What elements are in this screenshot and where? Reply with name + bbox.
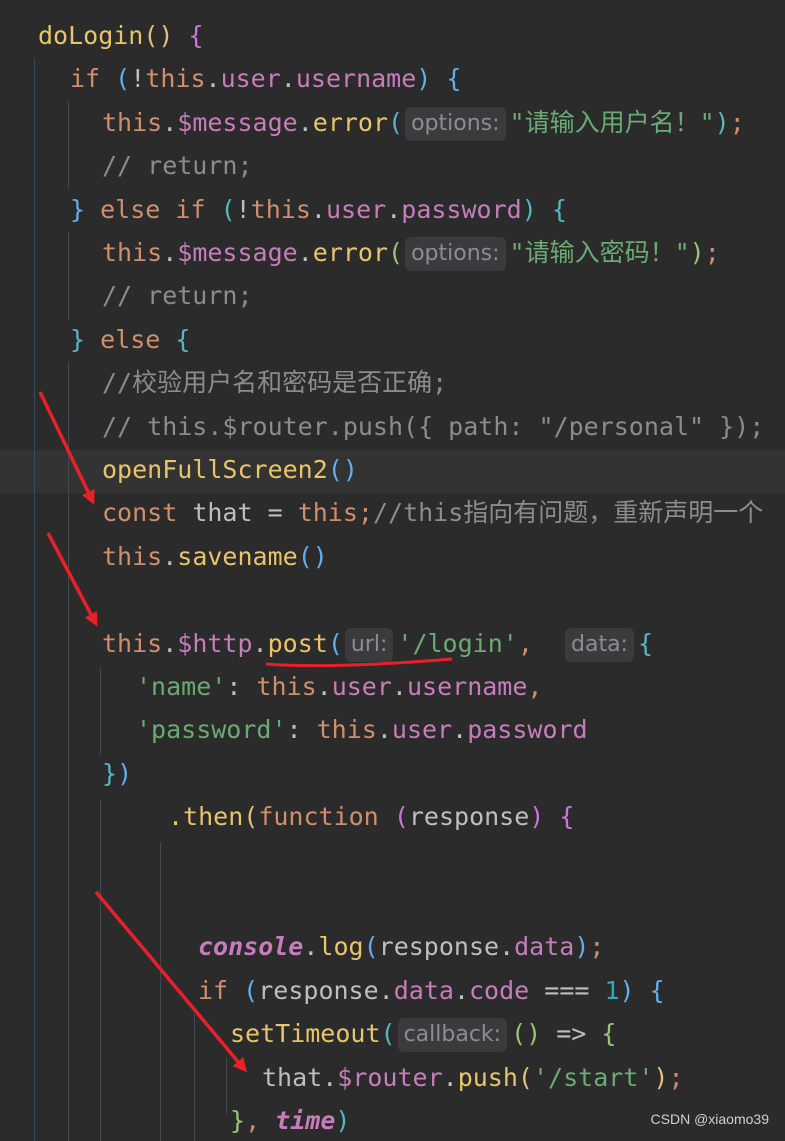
red-arrow-3 [94, 890, 247, 1073]
code-editor[interactable]: doLogin() {if (!this.user.username) {thi… [0, 0, 785, 1141]
red-arrow-1 [38, 391, 95, 505]
red-arrow-2 [46, 532, 98, 627]
watermark: CSDN @xiaomo39 [650, 1111, 769, 1127]
red-underline [265, 657, 453, 668]
annotation-overlay [38, 391, 453, 1073]
